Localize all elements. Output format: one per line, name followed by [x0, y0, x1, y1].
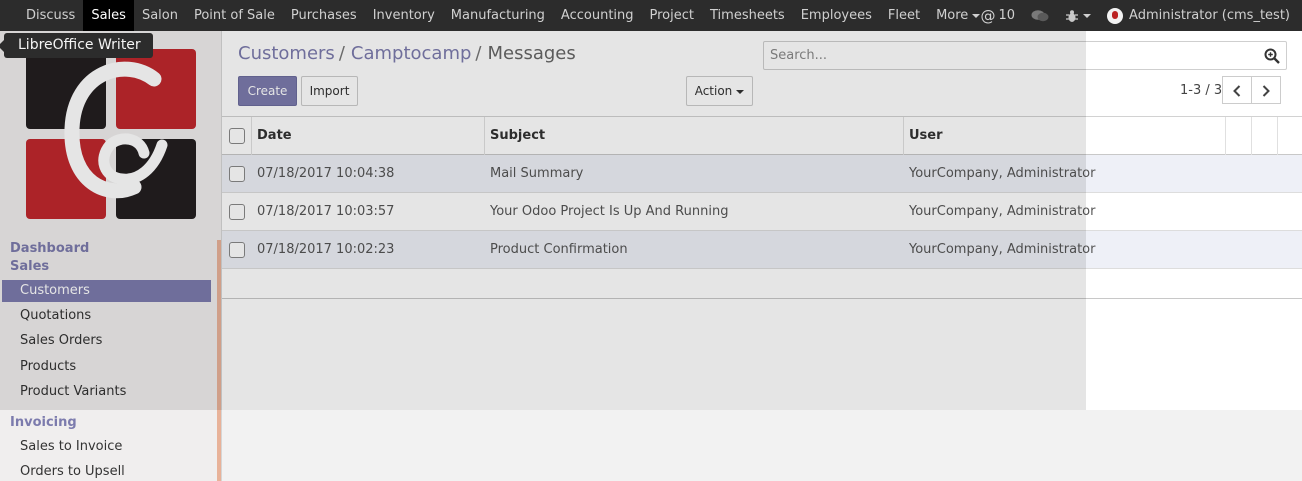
at-icon: @ [980, 6, 996, 25]
column-header-user[interactable]: User [904, 117, 1226, 155]
table-row[interactable]: 07/18/2017 10:02:23 Product Confirmation… [222, 231, 1302, 269]
chat-button[interactable] [1023, 9, 1057, 23]
user-avatar [1107, 7, 1124, 24]
company-logo [26, 49, 196, 219]
column-header-date[interactable]: Date [252, 117, 485, 155]
chat-icon [1031, 9, 1049, 21]
cell-subject: Product Confirmation [490, 242, 628, 257]
sidebar-accent-strip [217, 240, 221, 481]
mentions-count: 10 [998, 8, 1016, 23]
breadcrumb: Customers / Camptocamp / Messages [238, 43, 576, 64]
action-dropdown[interactable]: Action [686, 76, 753, 106]
menu-purchases[interactable]: Purchases [283, 0, 365, 31]
breadcrumb-separator: / [338, 43, 345, 64]
cell-date: 07/18/2017 10:03:57 [257, 204, 395, 219]
menu-more-label: More [936, 8, 969, 23]
menu-point-of-sale[interactable]: Point of Sale [186, 0, 283, 31]
debug-button[interactable] [1057, 9, 1099, 23]
breadcrumb-separator: / [475, 43, 482, 64]
cell-user: YourCompany, Administrator [909, 242, 1096, 257]
menu-sales[interactable]: Sales [83, 0, 134, 31]
caret-down-icon [736, 89, 745, 94]
pager-next-button[interactable] [1251, 76, 1281, 104]
chevron-right-icon [1262, 85, 1270, 97]
user-menu[interactable]: Administrator (cms_test) [1099, 7, 1302, 24]
sidebar-item-sales-to-invoice[interactable]: Sales to Invoice [2, 436, 211, 458]
action-label: Action [694, 84, 733, 98]
caret-down-icon [1083, 13, 1092, 18]
sidebar-item-sales-orders[interactable]: Sales Orders [2, 330, 211, 352]
select-all-checkbox[interactable] [229, 128, 245, 144]
table-footer [222, 269, 1302, 299]
menu-timesheets[interactable]: Timesheets [702, 0, 793, 31]
select-all-cell [222, 117, 252, 155]
chevron-left-icon [1233, 85, 1241, 97]
sidebar-item-orders-to-upsell[interactable]: Orders to Upsell [2, 461, 211, 481]
sidebar-item-quotations[interactable]: Quotations [2, 305, 211, 327]
pager-previous-button[interactable] [1222, 76, 1252, 104]
sidebar: Dashboard Sales Customers Quotations Sal… [0, 31, 222, 481]
menu-salon[interactable]: Salon [134, 0, 186, 31]
breadcrumb-current: Messages [487, 43, 576, 64]
control-panel: Customers/Camptocamp/Messages Create Imp… [222, 31, 1302, 117]
top-navbar: Discuss Sales Salon Point of Sale Purcha… [0, 0, 1302, 31]
app-tooltip: LibreOffice Writer [0, 33, 153, 58]
column-header-subject[interactable]: Subject [485, 117, 904, 155]
table-header: Date Subject User [222, 117, 1302, 155]
row-checkbox[interactable] [229, 242, 245, 258]
search-input[interactable] [764, 42, 1254, 69]
menu-accounting[interactable]: Accounting [553, 0, 642, 31]
nav-section-dashboard[interactable]: Dashboard [10, 241, 89, 256]
breadcrumb-customers[interactable]: Customers [238, 43, 335, 64]
column-header-extra [1226, 117, 1252, 155]
row-checkbox[interactable] [229, 204, 245, 220]
app-menu: Discuss Sales Salon Point of Sale Purcha… [0, 0, 988, 31]
user-name: Administrator (cms_test) [1129, 8, 1290, 23]
search-box [763, 41, 1287, 70]
main-content: Customers/Camptocamp/Messages Create Imp… [222, 31, 1302, 481]
bug-icon [1066, 9, 1079, 22]
cell-date: 07/18/2017 10:04:38 [257, 166, 395, 181]
row-checkbox[interactable] [229, 166, 245, 182]
systray: @ 10 Administrator (cms_test) [973, 0, 1302, 31]
menu-manufacturing[interactable]: Manufacturing [443, 0, 553, 31]
cell-user: YourCompany, Administrator [909, 166, 1096, 181]
cell-subject: Your Odoo Project Is Up And Running [490, 204, 729, 219]
mentions-button[interactable]: @ 10 [973, 7, 1024, 25]
import-button[interactable]: Import [301, 76, 358, 106]
menu-project[interactable]: Project [642, 0, 702, 31]
sidebar-item-product-variants[interactable]: Product Variants [2, 381, 211, 403]
menu-fleet[interactable]: Fleet [880, 0, 928, 31]
breadcrumb-camptocamp[interactable]: Camptocamp [351, 43, 472, 64]
nav-section-invoicing: Invoicing [10, 415, 77, 430]
pager-value[interactable]: 1-3 / 3 [1180, 83, 1222, 98]
menu-employees[interactable]: Employees [793, 0, 880, 31]
cell-user: YourCompany, Administrator [909, 204, 1096, 219]
table-row[interactable]: 07/18/2017 10:04:38 Mail Summary YourCom… [222, 155, 1302, 193]
cell-date: 07/18/2017 10:02:23 [257, 242, 395, 257]
table-row[interactable]: 07/18/2017 10:03:57 Your Odoo Project Is… [222, 193, 1302, 231]
column-header-extra [1252, 117, 1278, 155]
cell-subject: Mail Summary [490, 166, 584, 181]
search-icon[interactable] [1264, 48, 1280, 64]
menu-discuss[interactable]: Discuss [18, 0, 83, 31]
create-button[interactable]: Create [238, 76, 297, 106]
menu-inventory[interactable]: Inventory [365, 0, 443, 31]
sidebar-item-products[interactable]: Products [2, 356, 211, 378]
sidebar-item-customers[interactable]: Customers [2, 280, 211, 302]
nav-section-sales: Sales [10, 259, 50, 274]
